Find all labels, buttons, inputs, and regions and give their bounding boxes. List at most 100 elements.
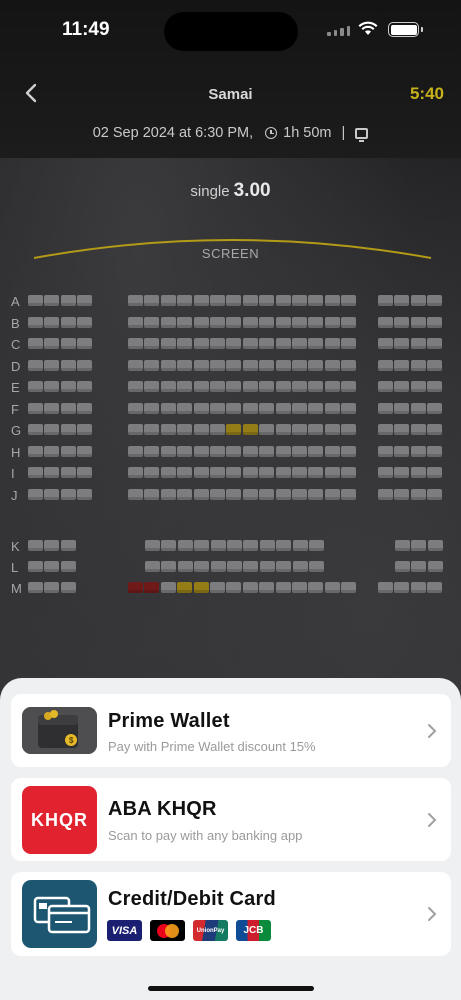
seat-e-right-2[interactable]: [394, 381, 410, 392]
seat-h-left-1[interactable]: [28, 446, 43, 457]
seat-c-right-2[interactable]: [394, 338, 410, 349]
seat-f-mid-3[interactable]: [160, 403, 176, 414]
seat-j-mid-8[interactable]: [242, 489, 258, 500]
seat-m-mid-5[interactable]: [193, 582, 209, 593]
seat-f-mid-2[interactable]: [144, 403, 160, 414]
seat-m-mid-13[interactable]: [324, 582, 340, 593]
seat-c-mid-9[interactable]: [259, 338, 275, 349]
seat-e-mid-13[interactable]: [324, 381, 340, 392]
seat-b-mid-13[interactable]: [324, 317, 340, 328]
seat-f-right-1[interactable]: [378, 403, 393, 414]
seat-l-mid-6[interactable]: [227, 561, 242, 572]
seat-c-right-3[interactable]: [410, 338, 426, 349]
seat-e-mid-12[interactable]: [308, 381, 324, 392]
seat-l-mid-7[interactable]: [243, 561, 259, 572]
seat-g-mid-7[interactable]: [226, 424, 242, 435]
seat-h-mid-7[interactable]: [226, 446, 242, 457]
seat-l-mid-2[interactable]: [161, 561, 177, 572]
seat-e-right-3[interactable]: [410, 381, 426, 392]
home-indicator[interactable]: [148, 986, 314, 991]
seat-g-mid-12[interactable]: [308, 424, 324, 435]
seat-k-mid-7[interactable]: [243, 540, 259, 551]
seat-a-mid-4[interactable]: [177, 295, 193, 306]
seat-g-mid-14[interactable]: [341, 424, 357, 435]
seat-b-right-3[interactable]: [410, 317, 426, 328]
seat-i-mid-9[interactable]: [259, 467, 275, 478]
seat-m-left-1[interactable]: [28, 582, 43, 593]
seat-d-left-2[interactable]: [44, 360, 60, 371]
seat-m-right-1[interactable]: [378, 582, 393, 593]
seat-f-mid-1[interactable]: [128, 403, 143, 414]
seat-c-left-1[interactable]: [28, 338, 43, 349]
seat-l-mid-10[interactable]: [292, 561, 308, 572]
seat-e-mid-4[interactable]: [177, 381, 193, 392]
seat-j-mid-2[interactable]: [144, 489, 160, 500]
seat-d-mid-2[interactable]: [144, 360, 160, 371]
seat-g-mid-8[interactable]: [242, 424, 258, 435]
seat-i-mid-10[interactable]: [275, 467, 291, 478]
seat-e-left-4[interactable]: [77, 381, 93, 392]
seat-f-mid-9[interactable]: [259, 403, 275, 414]
seat-k-right-3[interactable]: [427, 540, 443, 551]
seat-f-mid-11[interactable]: [292, 403, 307, 414]
seat-a-mid-1[interactable]: [128, 295, 143, 306]
seat-i-right-3[interactable]: [410, 467, 426, 478]
seat-l-left-1[interactable]: [28, 561, 43, 572]
seat-l-right-2[interactable]: [411, 561, 427, 572]
seat-f-left-4[interactable]: [77, 403, 93, 414]
payment-option-aba-khqr[interactable]: KHQR ABA KHQR Scan to pay with any banki…: [11, 778, 451, 861]
seat-g-mid-13[interactable]: [324, 424, 340, 435]
seat-g-right-3[interactable]: [410, 424, 426, 435]
seat-c-mid-14[interactable]: [341, 338, 357, 349]
seat-d-left-4[interactable]: [77, 360, 93, 371]
seat-b-mid-12[interactable]: [308, 317, 324, 328]
seat-e-mid-11[interactable]: [292, 381, 307, 392]
seat-c-mid-11[interactable]: [292, 338, 307, 349]
seat-h-mid-9[interactable]: [259, 446, 275, 457]
seat-d-right-3[interactable]: [410, 360, 426, 371]
seat-m-mid-14[interactable]: [341, 582, 357, 593]
seat-h-right-4[interactable]: [427, 446, 443, 457]
seat-b-mid-1[interactable]: [128, 317, 143, 328]
seat-a-mid-3[interactable]: [160, 295, 176, 306]
seat-f-right-3[interactable]: [410, 403, 426, 414]
seat-c-mid-8[interactable]: [242, 338, 258, 349]
payment-option-prime-wallet[interactable]: $ Prime Wallet Pay with Prime Wallet dis…: [11, 694, 451, 767]
seat-e-left-3[interactable]: [60, 381, 76, 392]
seat-m-left-2[interactable]: [44, 582, 60, 593]
seat-g-right-2[interactable]: [394, 424, 410, 435]
seat-e-mid-2[interactable]: [144, 381, 160, 392]
seat-b-mid-5[interactable]: [193, 317, 209, 328]
seat-m-mid-10[interactable]: [275, 582, 291, 593]
seat-g-mid-2[interactable]: [144, 424, 160, 435]
seat-g-right-4[interactable]: [427, 424, 443, 435]
seat-b-mid-14[interactable]: [341, 317, 357, 328]
seat-c-mid-10[interactable]: [275, 338, 291, 349]
seat-c-mid-3[interactable]: [160, 338, 176, 349]
seat-d-mid-9[interactable]: [259, 360, 275, 371]
seat-g-left-1[interactable]: [28, 424, 43, 435]
seat-b-right-4[interactable]: [427, 317, 443, 328]
seat-k-left-1[interactable]: [28, 540, 43, 551]
seat-k-mid-2[interactable]: [161, 540, 177, 551]
seat-k-mid-6[interactable]: [227, 540, 242, 551]
seat-m-mid-9[interactable]: [259, 582, 275, 593]
seat-d-mid-6[interactable]: [210, 360, 225, 371]
seat-b-right-2[interactable]: [394, 317, 410, 328]
seat-h-right-2[interactable]: [394, 446, 410, 457]
seat-c-mid-4[interactable]: [177, 338, 193, 349]
seat-b-left-3[interactable]: [60, 317, 76, 328]
seat-h-mid-2[interactable]: [144, 446, 160, 457]
seat-h-mid-1[interactable]: [128, 446, 143, 457]
seat-h-mid-4[interactable]: [177, 446, 193, 457]
seat-a-left-4[interactable]: [77, 295, 93, 306]
seat-f-mid-12[interactable]: [308, 403, 324, 414]
seat-k-mid-1[interactable]: [145, 540, 160, 551]
seat-i-left-2[interactable]: [44, 467, 60, 478]
seat-i-mid-2[interactable]: [144, 467, 160, 478]
seat-m-mid-11[interactable]: [292, 582, 307, 593]
seat-b-mid-3[interactable]: [160, 317, 176, 328]
seat-k-mid-5[interactable]: [210, 540, 226, 551]
seat-c-mid-2[interactable]: [144, 338, 160, 349]
seat-c-mid-12[interactable]: [308, 338, 324, 349]
